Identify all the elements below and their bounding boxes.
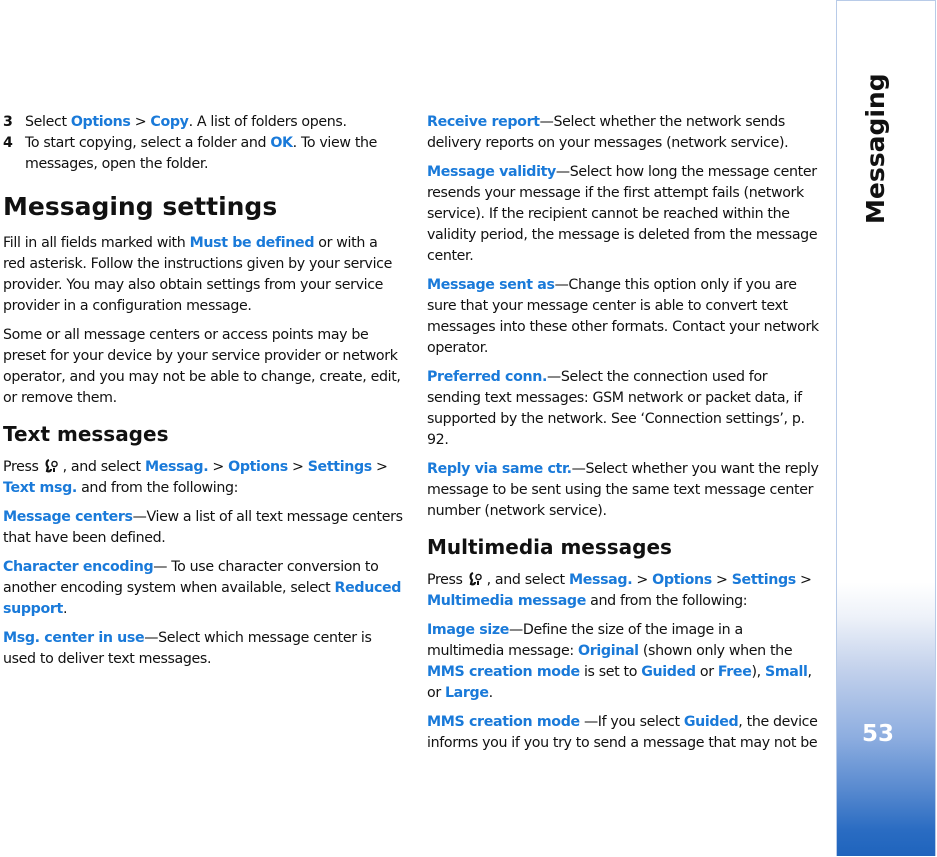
step-3: 3 Select Options > Copy. A list of folde… (3, 112, 403, 133)
menu-key-icon (469, 571, 483, 587)
message-validity-link[interactable]: Message validity (427, 164, 556, 180)
chapter-tab: Messaging 53 (836, 0, 936, 856)
step-number: 4 (3, 135, 13, 151)
message-centers-link[interactable]: Message centers (3, 509, 133, 525)
item-character-encoding: Character encoding— To use character con… (3, 559, 402, 617)
mms-creation-mode-term-link[interactable]: MMS creation mode (427, 714, 580, 730)
item-message-validity: Message validity—Select how long the mes… (427, 164, 818, 264)
reply-via-same-ctr-link[interactable]: Reply via same ctr. (427, 461, 572, 477)
left-column: 3 Select Options > Copy. A list of folde… (3, 112, 403, 678)
intro-paragraph: Fill in all fields marked with Must be d… (3, 235, 393, 314)
item-message-centers: Message centers—View a list of all text … (3, 509, 403, 546)
guided-link[interactable]: Guided (641, 664, 696, 680)
item-msg-center-in-use: Msg. center in use—Select which message … (3, 630, 372, 667)
chapter-title: Messaging (861, 73, 890, 224)
menu-key-icon (45, 458, 59, 474)
ok-link[interactable]: OK (270, 135, 293, 151)
must-be-defined-link[interactable]: Must be defined (190, 235, 315, 251)
original-link[interactable]: Original (578, 643, 639, 659)
messag-link[interactable]: Messag. (145, 459, 209, 475)
text-msg-link[interactable]: Text msg. (3, 480, 77, 496)
messag-link[interactable]: Messag. (569, 572, 633, 588)
message-sent-as-link[interactable]: Message sent as (427, 277, 555, 293)
heading-multimedia-messages: Multimedia messages (427, 535, 672, 559)
heading-messaging-settings: Messaging settings (3, 192, 278, 221)
item-receive-report: Receive report—Select whether the networ… (427, 114, 789, 151)
preferred-conn-link[interactable]: Preferred conn. (427, 369, 547, 385)
item-mms-creation-mode: MMS creation mode —If you select Guided,… (427, 714, 818, 751)
settings-link[interactable]: Settings (308, 459, 373, 475)
settings-link[interactable]: Settings (732, 572, 797, 588)
options-link[interactable]: Options (228, 459, 288, 475)
heading-text-messages: Text messages (3, 422, 169, 446)
item-reply-via-same-ctr: Reply via same ctr.—Select whether you w… (427, 461, 819, 519)
step-number: 3 (3, 114, 13, 130)
item-image-size: Image size—Define the size of the image … (427, 622, 812, 701)
character-encoding-link[interactable]: Character encoding (3, 559, 154, 575)
receive-report-link[interactable]: Receive report (427, 114, 540, 130)
step-4: 4 To start copying, select a folder and … (3, 133, 403, 175)
preset-paragraph: Some or all message centers or access po… (3, 327, 401, 406)
msg-center-in-use-link[interactable]: Msg. center in use (3, 630, 145, 646)
small-link[interactable]: Small (765, 664, 808, 680)
text-press-line: Press, and select Messag. > Options > Se… (3, 458, 388, 496)
right-column: Receive report—Select whether the networ… (427, 112, 823, 762)
image-size-link[interactable]: Image size (427, 622, 509, 638)
guided-link[interactable]: Guided (684, 714, 739, 730)
options-link[interactable]: Options (652, 572, 712, 588)
large-link[interactable]: Large (445, 685, 489, 701)
multimedia-message-link[interactable]: Multimedia message (427, 593, 586, 609)
free-link[interactable]: Free (718, 664, 752, 680)
mms-creation-mode-link[interactable]: MMS creation mode (427, 664, 580, 680)
options-link[interactable]: Options (71, 114, 131, 130)
copy-link[interactable]: Copy (150, 114, 189, 130)
mms-press-line: Press, and select Messag. > Options > Se… (427, 571, 812, 609)
page-number: 53 (862, 721, 895, 747)
item-preferred-conn: Preferred conn.—Select the connection us… (427, 369, 805, 448)
item-message-sent-as: Message sent as—Change this option only … (427, 277, 819, 356)
